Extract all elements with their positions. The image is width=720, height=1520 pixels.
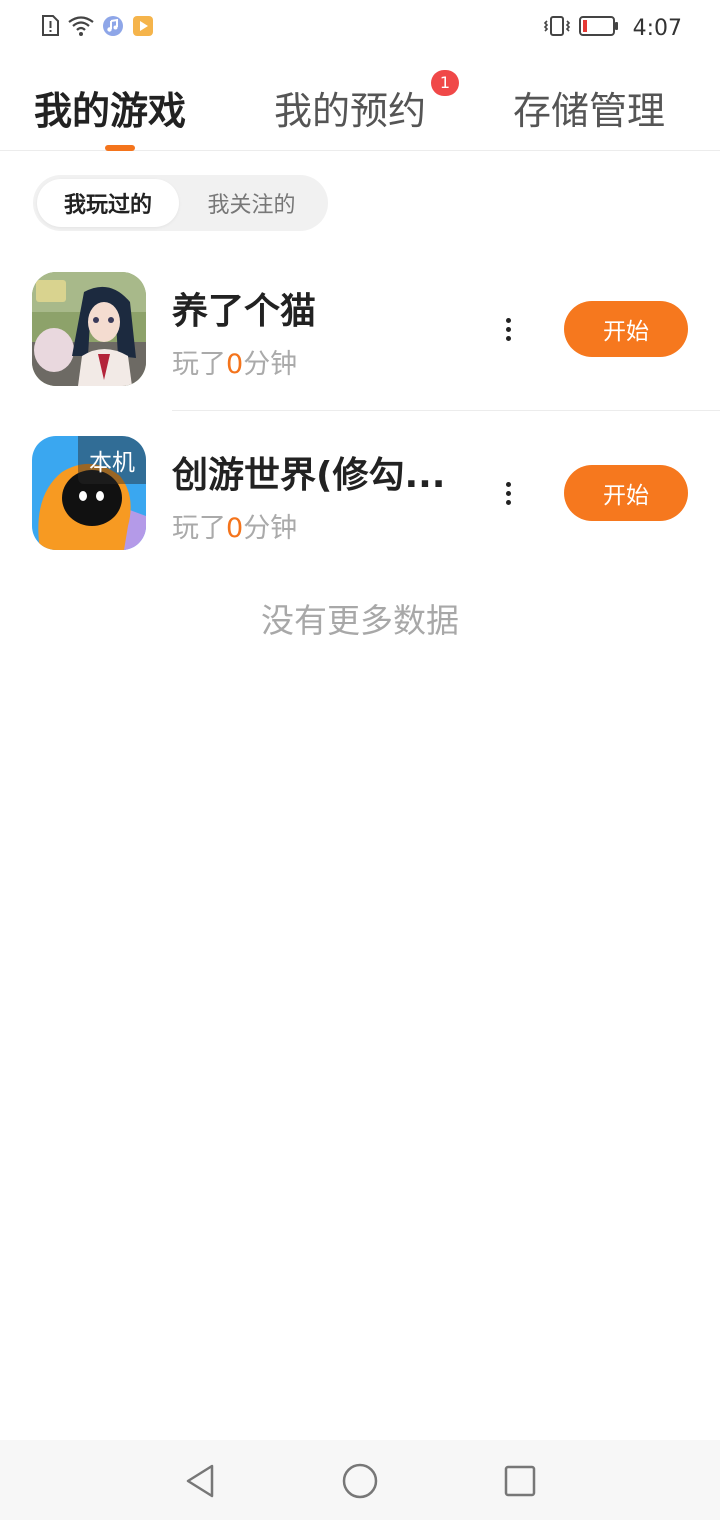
creation-world-game-icon[interactable]: 本机 xyxy=(32,436,146,550)
active-tab-indicator xyxy=(105,145,135,151)
tab-my-reservations[interactable]: 我的预约 xyxy=(274,80,426,135)
playtime-unit: 分钟 xyxy=(243,349,298,380)
tab-storage-management[interactable]: 存储管理 xyxy=(513,80,665,135)
more-options-icon[interactable] xyxy=(494,309,522,349)
local-badge: 本机 xyxy=(78,436,146,484)
status-time: 4:07 xyxy=(632,15,682,41)
wifi-icon xyxy=(68,16,94,40)
played-followed-segment: 我玩过的 我关注的 xyxy=(33,175,328,231)
playtime-unit: 分钟 xyxy=(243,513,298,544)
playtime-value: 0 xyxy=(226,349,244,380)
vibrate-icon xyxy=(543,15,571,41)
reservation-count-badge: 1 xyxy=(431,70,459,96)
status-left-icons xyxy=(40,15,154,41)
battery-low-icon xyxy=(578,15,619,41)
start-game-button[interactable]: 开始 xyxy=(564,465,688,521)
game-playtime: 玩了0分钟 xyxy=(172,342,297,381)
game-title: 创游世界(修勾... xyxy=(172,455,446,496)
game-title: 养了个猫 xyxy=(172,291,317,332)
playtime-prefix: 玩了 xyxy=(172,513,226,544)
tab-my-games[interactable]: 我的游戏 xyxy=(34,80,186,135)
status-right-icons: 4:07 xyxy=(543,15,682,41)
segment-followed[interactable]: 我关注的 xyxy=(179,179,324,227)
video-app-icon xyxy=(132,15,154,41)
start-game-button[interactable]: 开始 xyxy=(564,301,688,357)
back-icon[interactable] xyxy=(182,1462,220,1500)
more-options-icon[interactable] xyxy=(494,473,522,513)
no-more-data-text: 没有更多数据 xyxy=(261,601,459,640)
sim-alert-icon xyxy=(40,15,60,41)
anime-girl-game-icon[interactable] xyxy=(32,272,146,386)
home-icon[interactable] xyxy=(341,1462,379,1500)
top-tab-bar: 我的游戏 我的预约 1 存储管理 xyxy=(0,60,720,151)
playtime-prefix: 玩了 xyxy=(172,349,226,380)
game-list-item[interactable]: 养了个猫 玩了0分钟 开始 xyxy=(0,250,720,410)
music-app-icon xyxy=(102,15,124,41)
playtime-value: 0 xyxy=(226,513,244,544)
recents-icon[interactable] xyxy=(501,1462,539,1500)
system-nav-bar xyxy=(0,1440,720,1520)
status-bar: 4:07 xyxy=(0,0,720,56)
page: 4:07 我的游戏 我的预约 1 存储管理 我玩过的 我关注的 养了个猫 玩了0… xyxy=(0,0,720,1520)
game-list-item[interactable]: 本机 创游世界(修勾... 玩了0分钟 开始 xyxy=(0,414,720,574)
segment-played[interactable]: 我玩过的 xyxy=(37,179,179,227)
game-playtime: 玩了0分钟 xyxy=(172,506,297,545)
list-divider xyxy=(172,410,720,411)
